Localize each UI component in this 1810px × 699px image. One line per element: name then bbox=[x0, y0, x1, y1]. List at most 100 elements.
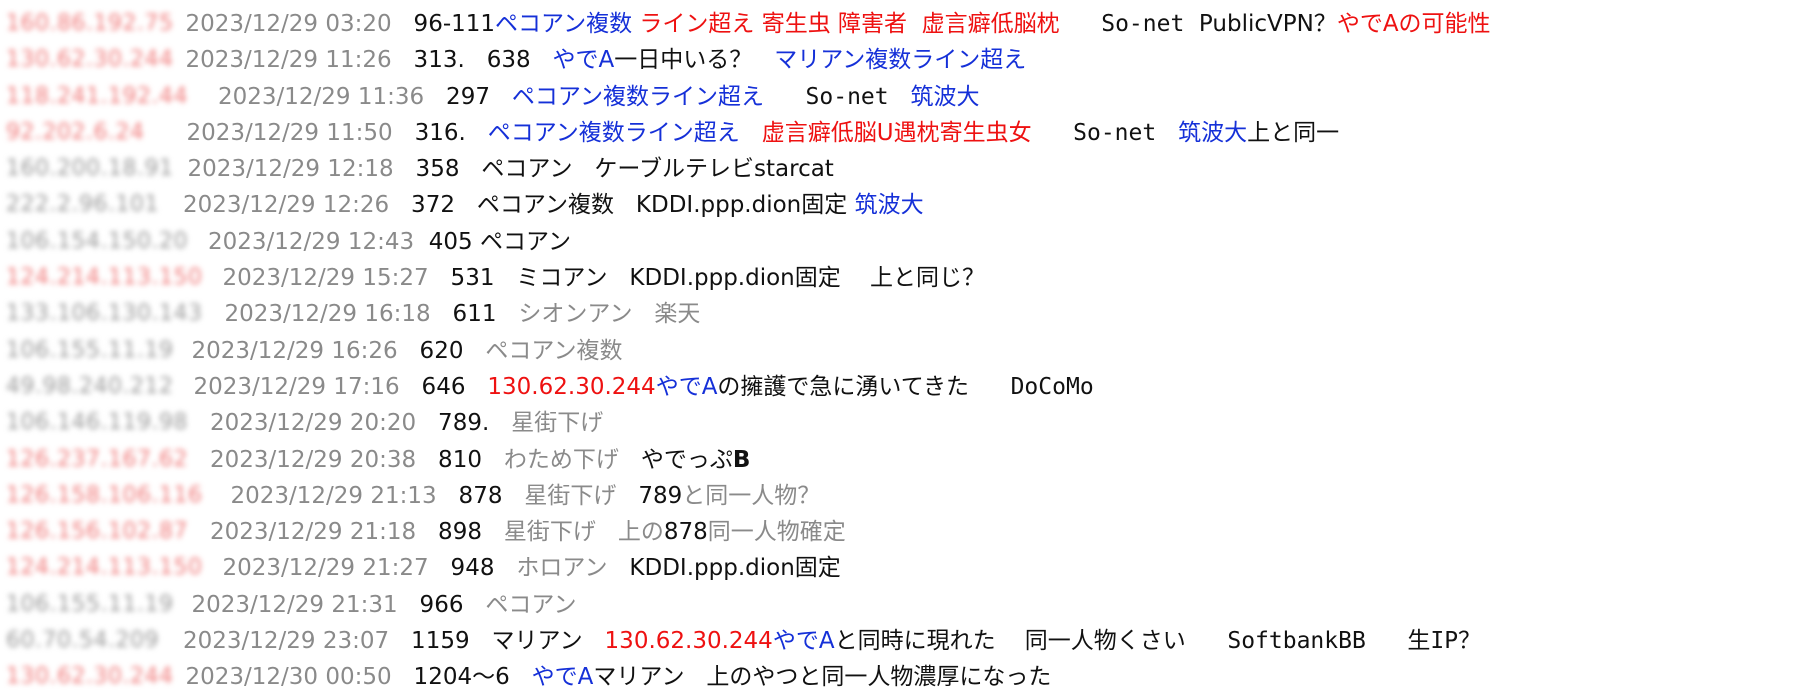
note-text: 1204〜6 bbox=[391, 664, 532, 691]
note-text: ペコアン複数ライン超え bbox=[487, 119, 740, 146]
note-text: 筑波大 bbox=[854, 192, 924, 219]
log-row: 106.155.11.19 2023/12/29 16:26 620 ペコアン複数 bbox=[6, 333, 1810, 369]
note-text: 646 bbox=[399, 373, 488, 400]
ip-address: 130.62.30.244 bbox=[6, 664, 174, 690]
ip-address: 106.154.150.20 bbox=[6, 228, 188, 254]
log-row: 106.154.150.20 2023/12/29 12:43 405 ペコアン bbox=[6, 224, 1810, 260]
ip-address: 106.155.11.19 bbox=[6, 591, 174, 617]
ip-address: 118.241.192.44 bbox=[6, 83, 188, 109]
note-text: 789 bbox=[616, 482, 683, 509]
timestamp: 2023/12/29 12:43 bbox=[207, 228, 415, 255]
ip-address: 124.214.113.150 bbox=[6, 555, 203, 581]
note-text: KDDI.ppp.dion固定 bbox=[607, 555, 841, 582]
note-text: B bbox=[732, 446, 751, 473]
ip-address: 49.98.240.212 bbox=[6, 373, 174, 399]
note-text: So-net bbox=[1059, 11, 1185, 37]
note-text: ペコアン bbox=[485, 591, 577, 618]
note-text: So-net bbox=[1031, 119, 1157, 146]
log-row: 160.86.192.75 2023/12/29 03:20 96-111 ペコアン… bbox=[6, 6, 1810, 42]
timestamp: 2023/12/29 15:27 bbox=[222, 265, 429, 292]
ip-address: 106.155.11.19 bbox=[6, 337, 174, 363]
log-row: 130.62.30.244 2023/12/29 11:26 313. 638 や… bbox=[6, 42, 1810, 78]
note-text: 898 bbox=[416, 519, 504, 546]
note-text: 130.62.30.244 bbox=[487, 373, 656, 400]
log-row: 49.98.240.212 2023/12/29 17:16 646 130.62… bbox=[6, 369, 1810, 405]
note-text: 611 bbox=[430, 301, 519, 328]
ip-address: 130.62.30.244 bbox=[6, 47, 174, 73]
note-text: PublicVPN？ bbox=[1184, 11, 1337, 37]
ip-address: 106.146.119.98 bbox=[6, 410, 188, 436]
timestamp: 2023/12/30 00:50 bbox=[185, 664, 392, 691]
log-row: 126.158.106.116 2023/12/29 21:13 878 星街下げ… bbox=[6, 478, 1810, 514]
note-text: 筑波大 bbox=[888, 83, 980, 110]
note-text: ペコアン複数 bbox=[485, 337, 623, 364]
timestamp: 2023/12/29 20:38 bbox=[209, 446, 417, 473]
log-row: 106.155.11.19 2023/12/29 21:31 966 ペコアン bbox=[6, 587, 1810, 623]
note-text: 810 bbox=[416, 446, 504, 473]
timestamp: 2023/12/29 21:13 bbox=[230, 482, 437, 509]
note-text: ペコアン複数 bbox=[495, 11, 633, 37]
timestamp: 2023/12/29 20:20 bbox=[209, 410, 417, 437]
log-row: 118.241.192.44 2023/12/29 11:36 297 ペコアン複… bbox=[6, 79, 1810, 115]
note-text: 313. 638 bbox=[391, 47, 553, 74]
log-row: 222.2.96.101 2023/12/29 12:26 372 ペコアン複数 … bbox=[6, 187, 1810, 223]
note-text: 虚言癖低脳U遇枕寄生虫女 bbox=[739, 119, 1032, 146]
note-text: 358 ペコアン ケーブルテレビstarcat bbox=[393, 156, 834, 183]
note-text: 一日中いる？ bbox=[614, 47, 775, 74]
log-row: 160.200.18.91 2023/12/29 12:18 358 ペコアン ケ… bbox=[6, 151, 1810, 187]
timestamp: 2023/12/29 11:50 bbox=[186, 119, 393, 146]
note-text: 620 bbox=[397, 337, 486, 364]
timestamp: 2023/12/29 16:26 bbox=[191, 337, 398, 364]
ip-address: 92.202.6.24 bbox=[6, 119, 145, 145]
timestamp: 2023/12/29 21:27 bbox=[222, 555, 429, 582]
note-text: やでA bbox=[552, 47, 615, 74]
note-text: やでAの可能性 bbox=[1336, 11, 1491, 37]
note-text: ペコアン複数ライン超え bbox=[511, 83, 764, 110]
ip-address: 126.156.102.87 bbox=[6, 519, 188, 545]
note-text: シオンアン 楽天 bbox=[518, 301, 701, 328]
timestamp: 2023/12/29 23:07 bbox=[182, 628, 390, 655]
note-text: So-net bbox=[764, 83, 889, 110]
ip-address: 160.200.18.91 bbox=[6, 156, 174, 182]
timestamp: 2023/12/29 16:18 bbox=[224, 301, 431, 328]
note-text: 531 ミコアン KDDI.ppp.dion固定 上と同じ？ bbox=[428, 265, 985, 292]
note-text: 878 bbox=[663, 519, 708, 546]
note-text: 878 bbox=[436, 482, 525, 509]
note-text: 789. bbox=[416, 410, 512, 437]
note-text: 星街下げ bbox=[524, 482, 617, 509]
note-text: ライン超え 寄生虫 障害者 虚言癖低脳枕 bbox=[632, 11, 1060, 37]
timestamp: 2023/12/29 03:20 bbox=[185, 11, 392, 37]
note-text: 316. bbox=[392, 119, 488, 146]
note-text: 96-111 bbox=[391, 11, 496, 37]
timestamp: 2023/12/29 17:16 bbox=[193, 373, 400, 400]
ip-address: 126.158.106.116 bbox=[6, 482, 203, 508]
note-text: 星街下げ bbox=[511, 410, 604, 437]
log-row: 126.156.102.87 2023/12/29 21:18 898 星街下げ … bbox=[6, 514, 1810, 550]
note-text: やでA bbox=[655, 373, 718, 400]
note-text: DoCoMo bbox=[969, 373, 1094, 400]
timestamp: 2023/12/29 11:26 bbox=[185, 47, 392, 74]
log-list: 160.86.192.75 2023/12/29 03:20 96-111 ペコアン… bbox=[6, 6, 1810, 696]
note-text: 星街下げ 上の bbox=[503, 519, 664, 546]
note-text: やでA bbox=[531, 664, 594, 691]
note-text: 948 bbox=[428, 555, 517, 582]
note-text: 上と同一 bbox=[1247, 119, 1340, 146]
ip-address: 133.106.130.143 bbox=[6, 301, 203, 327]
timestamp: 2023/12/29 21:31 bbox=[191, 591, 398, 618]
log-row: 126.237.167.62 2023/12/29 20:38 810 わため下げ… bbox=[6, 442, 1810, 478]
note-text: わため下げ bbox=[503, 446, 619, 473]
log-row: 133.106.130.143 2023/12/29 16:18 611 シオンア… bbox=[6, 296, 1810, 332]
ip-address: 160.86.192.75 bbox=[6, 11, 174, 36]
ip-address: 60.70.54.209 bbox=[6, 628, 159, 654]
note-text: SoftbankBB 生IP？ bbox=[1185, 628, 1482, 655]
note-text: ホロアン bbox=[516, 555, 608, 582]
note-text: マリアン 上のやつと同一人物濃厚になった bbox=[593, 664, 1052, 691]
note-text: 966 bbox=[397, 591, 486, 618]
note-text: と同時に現れた 同一人物くさい bbox=[834, 628, 1186, 655]
log-row: 124.214.113.150 2023/12/29 21:27 948 ホロアン… bbox=[6, 550, 1810, 586]
timestamp: 2023/12/29 11:36 bbox=[217, 83, 425, 110]
note-text: と同一人物？ bbox=[682, 482, 821, 509]
note-text: やでっぷ bbox=[618, 446, 733, 473]
note-text: 372 ペコアン複数 KDDI.ppp.dion固定 bbox=[389, 192, 855, 219]
note-text: やでA bbox=[772, 628, 835, 655]
